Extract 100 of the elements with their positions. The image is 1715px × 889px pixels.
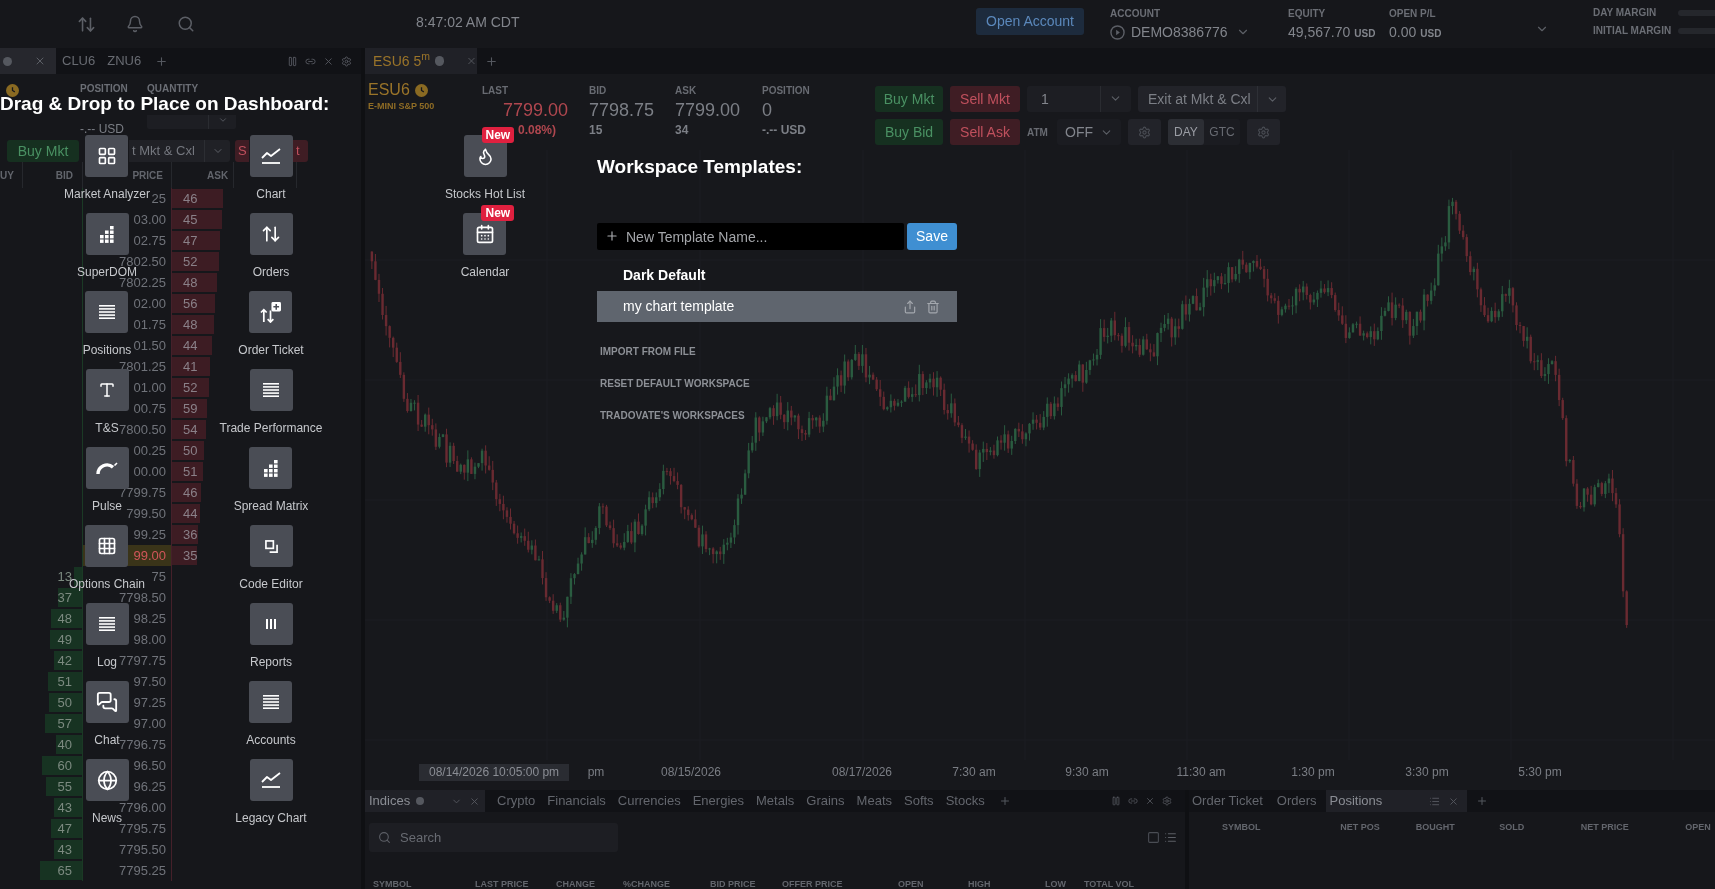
settings-icon[interactable] [1162, 796, 1172, 806]
sell-button[interactable]: Sell Mkt [950, 86, 1020, 112]
watchlist-tab[interactable]: Meats [856, 790, 892, 812]
workspace-action-link[interactable]: IMPORT FROM FILE [600, 343, 696, 359]
widget-tile[interactable] [85, 213, 129, 255]
square-icon[interactable] [1147, 831, 1160, 844]
buy-market-button[interactable]: Buy Mkt [7, 140, 79, 162]
widget-tile[interactable] [85, 135, 129, 177]
widget-tile[interactable] [85, 369, 129, 411]
segment-button[interactable]: GTC [1204, 119, 1240, 145]
column-header: SOLD [1499, 821, 1526, 833]
search-field[interactable]: Search [369, 823, 618, 852]
close-icon[interactable] [323, 55, 334, 67]
bid-size: 40 [57, 736, 72, 753]
bid-size: 55 [57, 778, 72, 795]
widget-tile[interactable] [249, 525, 293, 567]
search-icon[interactable] [177, 15, 195, 33]
buy-button[interactable]: Buy Bid [875, 119, 943, 145]
arrows-icon[interactable] [77, 14, 96, 34]
template-name-field[interactable]: New Template Name... [597, 223, 904, 250]
stairs-icon [100, 225, 114, 243]
watchlist-tab[interactable]: Energies [692, 790, 744, 812]
atm-select[interactable]: OFF [1057, 119, 1121, 145]
price: 98.25 [133, 610, 166, 627]
widget-tile[interactable] [85, 525, 129, 567]
workspace-action-link[interactable]: TRADOVATE'S WORKSPACES [600, 407, 745, 423]
add-tab-icon[interactable] [998, 795, 1011, 807]
save-button[interactable]: Save [907, 223, 957, 250]
sell-button[interactable]: Sell Ask [950, 119, 1020, 145]
template-row[interactable]: Dark Default [597, 260, 957, 291]
panel-tab[interactable]: Positions [1325, 790, 1467, 812]
panel-tab[interactable]: Orders [1276, 790, 1317, 812]
price: 7795.50 [119, 841, 166, 858]
time-axis-label: 1:30 pm [1291, 764, 1335, 781]
widget-tile[interactable] [85, 759, 129, 801]
ask-size: 45 [183, 211, 198, 228]
column-header: TOTAL VOL [1084, 879, 1135, 889]
pause-icon[interactable] [1111, 796, 1121, 806]
quantity-field[interactable]: 1 [1027, 86, 1131, 112]
widget-tile[interactable] [85, 291, 129, 333]
add-tab-icon[interactable] [485, 54, 498, 68]
settings-button[interactable] [1247, 119, 1280, 145]
symbol-tab[interactable] [0, 48, 56, 74]
notifications-icon[interactable] [126, 15, 144, 33]
watchlist-tab[interactable]: Crypto [497, 790, 536, 812]
template-name: Dark Default [623, 266, 706, 285]
widget-tile[interactable] [249, 681, 293, 723]
segment-button[interactable]: DAY [1168, 119, 1204, 145]
pause-icon[interactable] [287, 55, 298, 67]
trash-icon[interactable] [926, 299, 940, 314]
text-icon [98, 381, 116, 399]
dashboard-heading: Drag & Drop to Place on Dashboard: [0, 94, 330, 114]
close-icon[interactable] [1145, 796, 1155, 806]
sell-market-button[interactable]: S [235, 140, 249, 162]
widget-tile[interactable] [249, 291, 293, 333]
quote-value: 7798.75 [589, 100, 656, 120]
watchlist-tab[interactable]: Softs [904, 790, 934, 812]
list-icon[interactable] [1164, 831, 1177, 844]
exit-dropdown[interactable]: t Mkt & Cxl [129, 140, 230, 162]
share-icon[interactable] [903, 299, 917, 314]
widget-tile[interactable] [249, 759, 293, 801]
watchlist-tab[interactable]: Financials [547, 790, 606, 812]
panel-tab[interactable]: Order Ticket [1192, 790, 1263, 812]
exit-dropdown[interactable]: Exit at Mkt & Cxl [1138, 86, 1286, 112]
chart-tab[interactable]: ESU6 5$^{m}$ [365, 48, 477, 74]
close-icon[interactable] [34, 55, 46, 67]
watchlist-tab[interactable]: Metals [756, 790, 795, 812]
widget-tile[interactable] [249, 369, 293, 411]
widget-label: News [92, 811, 122, 825]
symbol-tab[interactable]: ZNU6 [101, 48, 148, 74]
widget-tile[interactable] [249, 213, 293, 255]
watchlist-tab[interactable]: Currencies [617, 790, 681, 812]
watchlist-tab[interactable]: Stocks [945, 790, 985, 812]
price: 03.00 [133, 211, 166, 228]
settings-icon[interactable] [341, 55, 352, 67]
close-icon[interactable] [466, 55, 477, 67]
widget-label: Log [97, 655, 117, 669]
settings-button[interactable] [1128, 119, 1161, 145]
symbol-tab[interactable]: CLU6 [56, 48, 102, 74]
price: 00.75 [133, 400, 166, 417]
workspace-action-link[interactable]: RESET DEFAULT WORKSPACE [600, 375, 750, 391]
template-row[interactable]: my chart template [597, 291, 957, 322]
globe-icon [96, 769, 118, 791]
quantity-field[interactable] [147, 115, 236, 129]
buy-button[interactable]: Buy Mkt [875, 86, 943, 112]
watchlist-tab[interactable]: Indices [365, 790, 485, 812]
open-account-button[interactable]: Open Account [976, 7, 1084, 35]
link-icon[interactable] [1128, 796, 1138, 806]
ask-size: 48 [183, 274, 198, 291]
widget-tile[interactable] [249, 447, 293, 489]
widget-tile[interactable] [85, 447, 129, 489]
add-tab-icon[interactable] [1475, 795, 1488, 807]
time-in-force-toggle[interactable]: DAY GTC [1168, 119, 1240, 145]
watchlist-tab[interactable]: Grains [806, 790, 845, 812]
widget-tile[interactable] [85, 603, 129, 645]
widget-tile[interactable] [249, 603, 293, 645]
chevron-down-icon[interactable] [217, 115, 228, 125]
widget-tile[interactable] [85, 681, 129, 723]
add-tab-icon[interactable] [155, 54, 169, 68]
widget-tile[interactable] [249, 135, 293, 177]
